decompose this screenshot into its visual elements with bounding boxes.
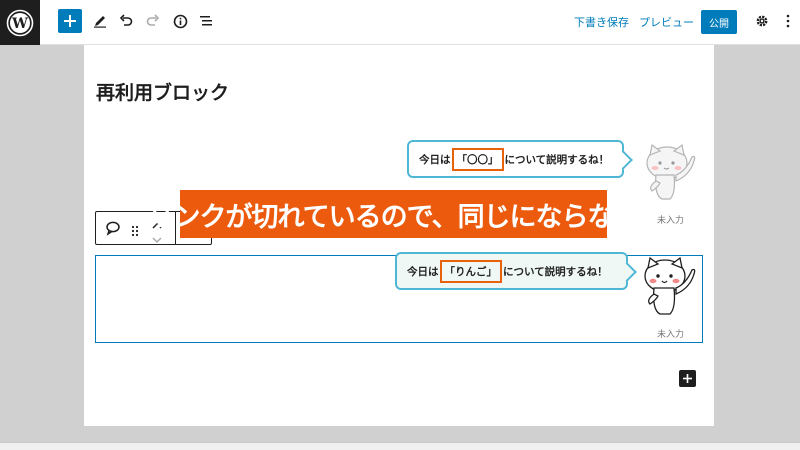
save-draft-button[interactable]: 下書き保存 <box>574 14 629 30</box>
redo-button[interactable] <box>141 9 165 33</box>
bubble-text-after: について説明するね！ <box>503 265 608 278</box>
bubble-text-after: について説明するね！ <box>504 153 610 166</box>
preview-button[interactable]: プレビュー <box>639 14 694 30</box>
gear-icon <box>756 15 768 27</box>
details-button[interactable] <box>168 9 192 33</box>
info-icon <box>173 14 187 28</box>
chevron-down-icon <box>152 237 162 244</box>
speech-bubble-block[interactable]: 今日は 「〇〇」 について説明するね！ <box>407 140 624 178</box>
pencil-icon <box>94 16 106 28</box>
drag-handle[interactable] <box>131 222 139 241</box>
highlighted-keyword: 「りんご」 <box>439 259 502 283</box>
bubble-text-before: 今日は <box>419 153 451 166</box>
speech-bubble-icon <box>106 221 120 236</box>
editor-header: W 下書き保存 プレビュー 公開 <box>0 0 800 45</box>
plus-icon <box>683 374 692 383</box>
redo-icon <box>146 14 160 26</box>
cat-avatar-icon <box>644 256 696 315</box>
post-title[interactable]: 再利用ブロック <box>96 78 229 105</box>
highlighted-placeholder: 「〇〇」 <box>451 147 504 171</box>
settings-button[interactable] <box>750 9 774 33</box>
bubble-text-before: 今日は <box>407 265 439 278</box>
undo-button[interactable] <box>114 9 138 33</box>
drag-handle-icon <box>131 225 139 237</box>
undo-icon <box>119 14 133 26</box>
avatar-caption: 未入力 <box>657 330 685 340</box>
add-block-button[interactable] <box>58 9 82 33</box>
block-inserter-button[interactable] <box>679 370 696 387</box>
tools-button[interactable] <box>88 9 112 33</box>
cat-avatar-icon <box>646 143 696 200</box>
footer-bar <box>0 442 800 450</box>
block-type-button[interactable] <box>105 220 121 240</box>
options-button[interactable] <box>776 9 800 33</box>
avatar-caption: 未入力 <box>657 216 685 226</box>
wordpress-logo-icon[interactable]: W <box>0 0 40 45</box>
list-view-button[interactable] <box>194 9 218 33</box>
publish-button[interactable]: 公開 <box>701 10 737 34</box>
svg-text:W: W <box>11 16 28 32</box>
list-view-icon <box>199 16 212 26</box>
speech-bubble-block-selected[interactable]: 今日は 「りんご」 について説明するね！ <box>395 252 628 290</box>
plus-icon <box>64 15 76 27</box>
annotation-banner: リンクが切れているので、同じにならない <box>147 190 641 238</box>
more-vertical-icon <box>786 14 790 28</box>
